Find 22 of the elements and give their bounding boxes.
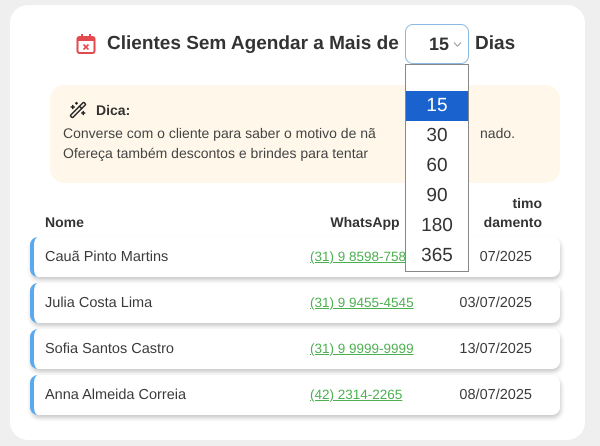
magic-wand-icon <box>69 101 87 119</box>
last-appointment-date: 07/2025 <box>480 249 532 265</box>
client-name: Sofia Santos Castro <box>45 341 175 357</box>
tip-text: Ofereça também descontos e brindes para tentar <box>63 144 370 163</box>
calendar-icon <box>76 33 96 55</box>
page-title: Clientes Sem Agendar a Mais de <box>107 33 400 55</box>
last-appointment-date: 03/07/2025 <box>459 295 532 311</box>
client-name: Cauã Pinto Martins <box>45 249 170 265</box>
days-select[interactable]: 15 <box>405 24 469 64</box>
column-header: damento <box>484 214 542 230</box>
tip-heading: Dica: <box>96 102 130 118</box>
column-header: Nome <box>45 214 84 230</box>
column-header: timo <box>512 195 542 211</box>
tip-text: nado. <box>480 124 516 143</box>
dropdown-option[interactable]: 15 <box>406 91 468 121</box>
column-header: WhatsApp <box>330 214 400 230</box>
tip-text: Converse com o cliente para saber o motivo de nã <box>63 124 377 143</box>
client-name: Julia Costa Lima <box>45 295 154 311</box>
last-appointment-date: 13/07/2025 <box>459 341 532 357</box>
title-suffix: Dias <box>475 33 516 55</box>
client-name: Anna Almeida Correia <box>45 387 188 403</box>
last-appointment-date: 08/07/2025 <box>459 387 532 403</box>
